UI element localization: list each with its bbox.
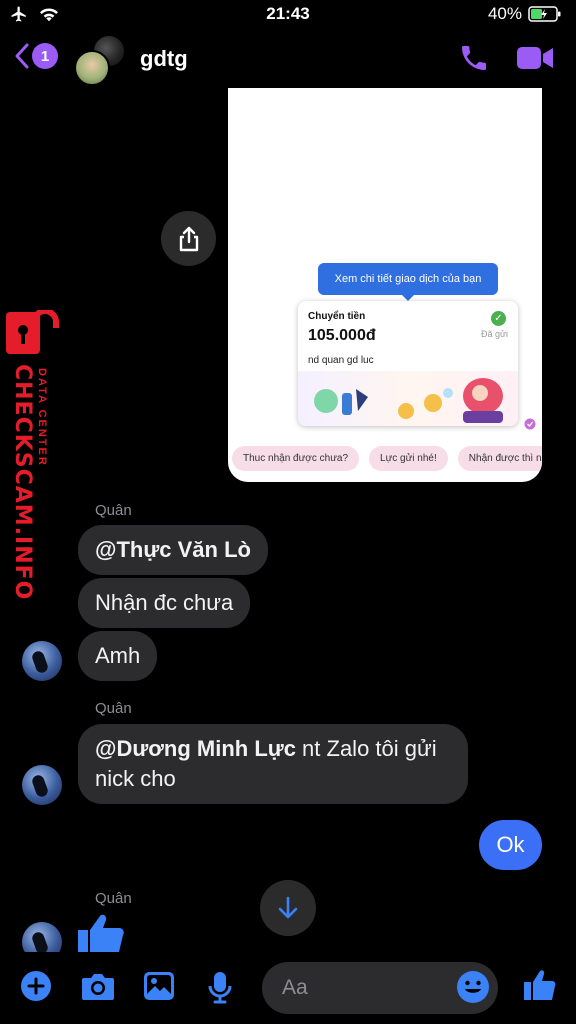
- check-icon: ✓: [491, 311, 506, 326]
- microphone-icon: [208, 972, 232, 1004]
- send-like-button[interactable]: [522, 968, 556, 1007]
- arrow-down-icon: [278, 896, 298, 919]
- gallery-button[interactable]: [142, 970, 176, 1007]
- message-bubble[interactable]: @Dương Minh Lực nt Zalo tôi gửi nick cho: [78, 724, 468, 804]
- transaction-amount: 105.000đ: [308, 327, 376, 344]
- like-message[interactable]: [76, 912, 130, 957]
- sender-name: Quân: [95, 502, 132, 519]
- chat-header: 1 gdtg: [0, 30, 576, 88]
- back-button[interactable]: 1: [14, 42, 58, 70]
- voice-call-button[interactable]: [458, 42, 490, 79]
- avatar[interactable]: [22, 641, 62, 681]
- emoji-icon: [457, 971, 489, 1003]
- sender-name: Quân: [95, 890, 132, 907]
- quick-reply: Lực gửi nhé!: [369, 446, 448, 471]
- plus-icon: [21, 971, 51, 1001]
- voice-message-button[interactable]: [206, 970, 234, 1009]
- watermark-text: CHECKSCAM.INFO: [10, 364, 35, 601]
- message-input-container[interactable]: [262, 962, 498, 1014]
- thumbs-up-icon: [524, 970, 556, 1000]
- transaction-tooltip: Xem chi tiết giao dịch của bạn: [318, 263, 498, 301]
- message-bubble[interactable]: @Thực Văn Lò: [78, 525, 268, 575]
- quick-reply: Thuc nhận được chưa?: [232, 446, 360, 471]
- camera-icon: [82, 974, 114, 1000]
- outgoing-message-bubble[interactable]: Ok: [479, 820, 542, 870]
- status-right: 40%: [488, 4, 562, 24]
- seen-indicator-icon: [524, 418, 536, 430]
- chat-title[interactable]: gdtg: [140, 46, 188, 72]
- avatar: [74, 50, 110, 86]
- battery-percent: 40%: [487, 4, 522, 23]
- mention: @Thực Văn Lò: [95, 537, 251, 562]
- image-icon: [144, 972, 174, 1000]
- chevron-left-icon: [15, 43, 29, 69]
- quick-replies: Thuc nhận được chưa? Lực gửi nhé! Nhận đ…: [232, 446, 542, 471]
- shared-image[interactable]: Xem chi tiết giao dịch của bạn Chuyển ti…: [228, 88, 542, 482]
- unread-badge: 1: [32, 43, 58, 69]
- message-bubble[interactable]: Amh: [78, 631, 158, 681]
- group-avatar[interactable]: [74, 34, 128, 86]
- transaction-type: Chuyển tiền: [308, 311, 366, 322]
- watermark-subtext: DATA CENTER: [36, 368, 48, 467]
- video-camera-icon: [517, 47, 553, 69]
- camera-button[interactable]: [80, 970, 116, 1007]
- transaction-status: Đã gửi: [480, 329, 508, 339]
- message-input[interactable]: [282, 962, 452, 1014]
- battery-icon: [528, 6, 561, 22]
- share-icon: [179, 226, 198, 251]
- transaction-card: Chuyển tiền 105.000đ ✓ Đã gửi nd quan gd…: [298, 301, 518, 426]
- composer: [0, 952, 576, 1024]
- quick-reply: Nhận được thì n: [457, 446, 542, 471]
- transaction-illustration: [298, 371, 518, 426]
- sender-name: Quân: [95, 700, 132, 717]
- avatar[interactable]: [22, 765, 62, 805]
- watermark: CHECKSCAM.INFO DATA CENTER: [2, 310, 64, 600]
- phone-icon: [462, 46, 486, 70]
- mention: @Dương Minh Lực: [95, 736, 296, 761]
- share-button[interactable]: [161, 211, 216, 266]
- status-bar: 21:43 40%: [0, 0, 576, 30]
- plus-button[interactable]: [20, 970, 52, 1007]
- video-call-button[interactable]: [516, 44, 554, 77]
- scroll-to-bottom-button[interactable]: [260, 880, 316, 936]
- emoji-button[interactable]: [456, 970, 490, 1009]
- lock-icon: [6, 310, 59, 354]
- transaction-note: nd quan gd luc: [308, 355, 374, 366]
- thumbs-up-icon: [78, 914, 124, 952]
- message-bubble[interactable]: Nhận đc chưa: [78, 578, 251, 628]
